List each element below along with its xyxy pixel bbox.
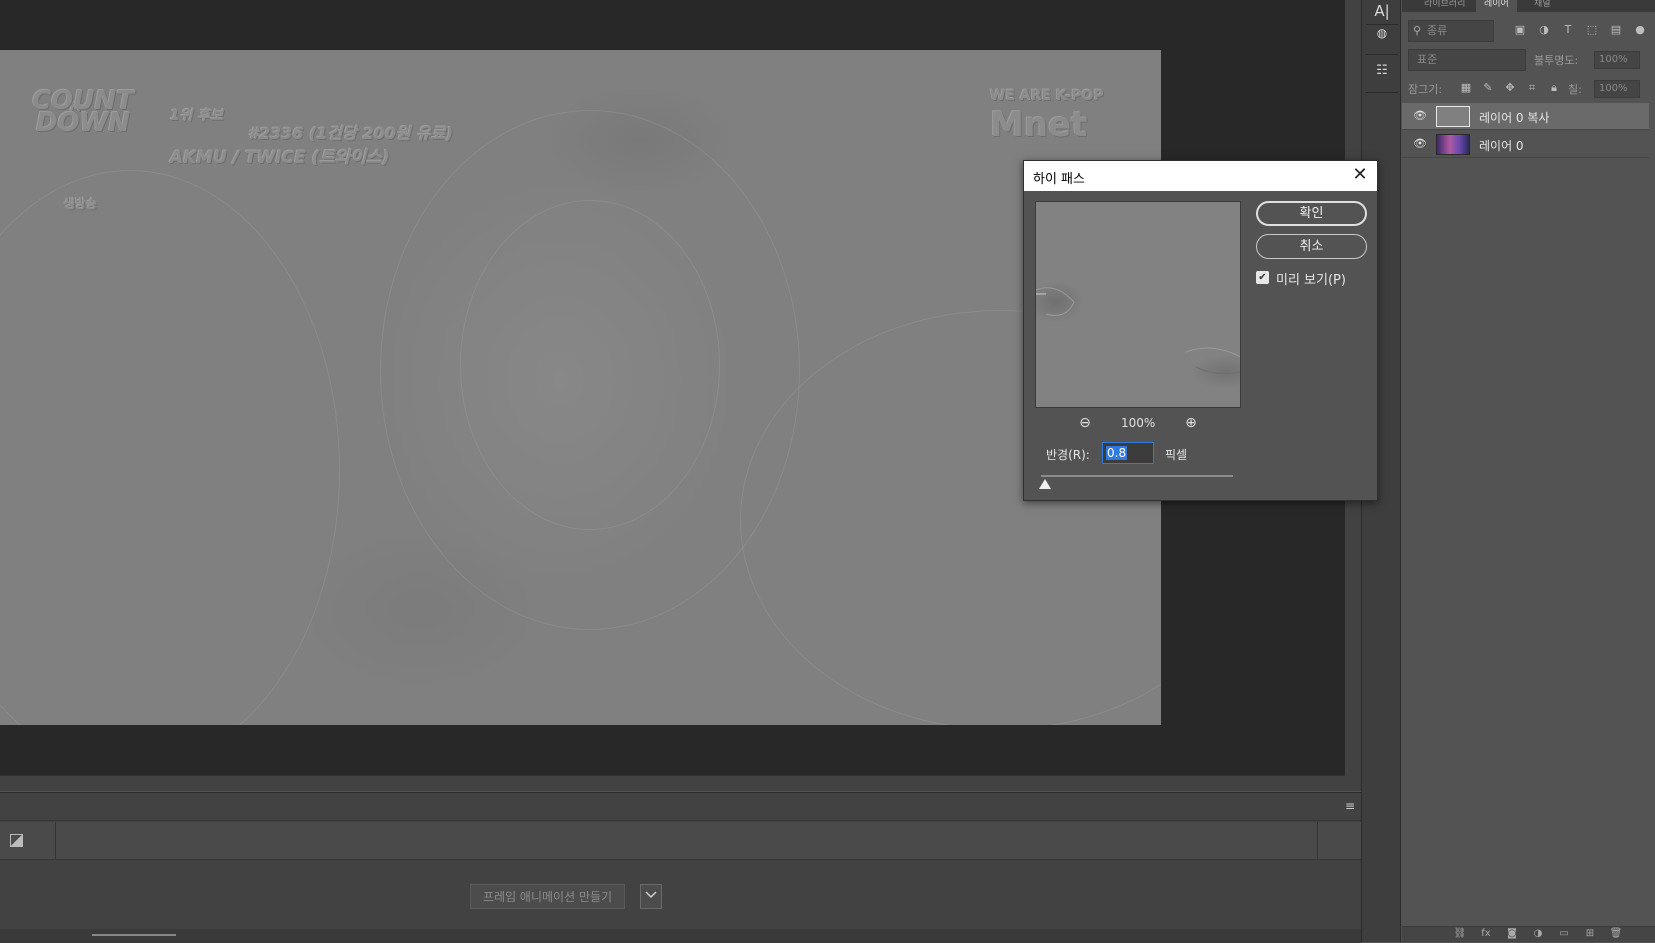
add-mask-icon[interactable]: ◙ — [1504, 928, 1520, 942]
lock-row: 잠그기: ▦ ✎ ✥ ⌗ 🔒︎ 칠: 100% — [1408, 78, 1648, 100]
fx-icon[interactable]: fx — [1478, 928, 1494, 942]
timeline-header: ≡ — [0, 793, 1361, 821]
blend-mode-select[interactable]: 표준 — [1408, 49, 1526, 71]
layer-thumbnail — [1436, 106, 1470, 127]
layer-name: 레이어 0 복사 — [1479, 111, 1550, 125]
lock-move-icon[interactable]: ✥ — [1502, 80, 1518, 96]
layer-row-copy[interactable]: 👁︎ 레이어 0 복사 — [1402, 103, 1649, 130]
new-layer-icon[interactable]: ⊞ — [1582, 928, 1598, 942]
make-frame-animation-button[interactable]: 프레임 애니메이션 만들기 — [470, 884, 626, 909]
countdown-logo: COUNT DOWN — [28, 88, 138, 138]
radius-unit: 픽셀 — [1165, 448, 1188, 462]
mnet-logo: Mnet — [990, 105, 1088, 145]
text-type-icon[interactable]: A| — [1370, 0, 1394, 22]
layer-name: 레이어 0 — [1479, 139, 1524, 153]
link-layers-icon[interactable]: ⛓ — [1452, 928, 1468, 942]
3d-icon[interactable]: ◍ — [1370, 22, 1394, 44]
new-group-icon[interactable]: ▭ — [1556, 928, 1572, 942]
preview-label: 미리 보기(P) — [1276, 273, 1346, 288]
tab-libraries[interactable]: 라이브러리 — [1416, 0, 1473, 12]
radius-value: 0.8 — [1106, 446, 1128, 460]
episode-caption: #2336 (1건당 200원 유료) — [248, 124, 454, 143]
search-icon: ⚲ — [1413, 24, 1422, 37]
timeline-panel: ≡ 프레임 애니메이션 만들기 — [0, 792, 1361, 943]
close-icon[interactable]: ✕ — [1349, 164, 1371, 186]
adjustment-layer-icon[interactable]: ◑ — [1530, 928, 1546, 942]
timeline-footer — [0, 929, 1361, 943]
countdown-logo-line2: DOWN — [35, 108, 131, 138]
tagline-caption: WE ARE K-POP — [990, 88, 1104, 104]
filter-kind-label: 종류 — [1427, 24, 1448, 37]
radius-slider-handle[interactable] — [1038, 479, 1051, 489]
eye-icon[interactable]: 👁︎ — [1413, 109, 1427, 123]
document-canvas[interactable]: M COUNT DOWN 1위 후보 #2336 (1건당 200원 유료) A… — [0, 50, 1161, 725]
high-pass-dialog: 하이 패스 ✕ ⊖ 100% ⊕ 반경(R): 0.8 픽셀 확인 취소 ✔ 미… — [1023, 160, 1378, 501]
adjustment-filter-icon[interactable]: ◑ — [1536, 22, 1552, 38]
face-contour — [460, 200, 720, 530]
horizontal-scrollbar[interactable] — [0, 775, 1345, 791]
cancel-button[interactable]: 취소 — [1256, 234, 1367, 259]
trash-icon[interactable]: 🗑︎ — [1608, 928, 1624, 942]
type-filter-icon[interactable]: T — [1560, 22, 1576, 38]
opacity-input[interactable]: 100% — [1594, 51, 1640, 69]
dialog-title: 하이 패스 — [1033, 172, 1085, 187]
shoulder-contour — [0, 170, 340, 725]
blend-row: 표준 불투명도: 100% — [1408, 49, 1648, 71]
acts-caption: AKMU / TWICE (트와이스) — [170, 148, 390, 168]
timeline-track — [0, 822, 1361, 860]
timeline-zoom-slider[interactable] — [92, 934, 176, 936]
eye-icon[interactable]: 👁︎ — [1413, 137, 1427, 151]
layer-filter-row: ⚲ 종류 ▣ ◑ T ⬚ ▤ ● — [1408, 20, 1648, 42]
lock-transparent-icon[interactable]: ▦ — [1458, 80, 1474, 96]
layers-panel-footer: ⛓ fx ◙ ◑ ▭ ⊞ 🗑︎ — [1402, 926, 1655, 942]
dialog-titlebar[interactable]: 하이 패스 ✕ — [1024, 161, 1377, 191]
track-header-cell — [0, 822, 56, 860]
rank-caption: 1위 후보 — [170, 108, 224, 124]
layer-mask-icon[interactable] — [10, 834, 23, 847]
pixel-filter-icon[interactable]: ▣ — [1512, 22, 1528, 38]
radius-slider-track[interactable] — [1041, 475, 1233, 477]
filter-preview[interactable] — [1035, 201, 1241, 408]
filter-toggle-icon[interactable]: ● — [1632, 22, 1648, 38]
tab-channels[interactable]: 채널 — [1526, 0, 1559, 12]
ok-button[interactable]: 확인 — [1256, 201, 1367, 226]
fill-input[interactable]: 100% — [1594, 80, 1640, 98]
layer-row-0[interactable]: 👁︎ 레이어 0 — [1402, 131, 1649, 158]
radius-label: 반경(R): — [1046, 448, 1090, 462]
lock-artboard-icon[interactable]: ⌗ — [1524, 80, 1540, 96]
track-frame-area[interactable] — [56, 822, 1318, 860]
zoom-level: 100% — [1121, 416, 1156, 430]
lock-all-icon[interactable]: 🔒︎ — [1546, 80, 1562, 96]
opacity-label: 불투명도: — [1534, 54, 1579, 67]
radius-input[interactable]: 0.8 — [1102, 442, 1154, 464]
preview-detail — [1036, 287, 1240, 375]
shape-filter-icon[interactable]: ⬚ — [1584, 22, 1600, 38]
lock-brush-icon[interactable]: ✎ — [1480, 80, 1496, 96]
layer-thumbnail — [1436, 134, 1470, 155]
layers-panel: 라이브러리 레이어 채널 ⚲ 종류 ▣ ◑ T ⬚ ▤ ● 표준 불투명도: 1… — [1402, 0, 1655, 942]
filter-kind-select[interactable]: ⚲ 종류 — [1408, 20, 1494, 42]
smart-object-filter-icon[interactable]: ▤ — [1608, 22, 1624, 38]
properties-icon[interactable]: ☷ — [1370, 60, 1394, 82]
lock-label: 잠그기: — [1408, 83, 1443, 96]
panel-menu-icon[interactable]: ≡ — [1345, 799, 1355, 813]
strip-divider — [1366, 92, 1398, 93]
live-caption: 생방송 — [64, 197, 98, 211]
chevron-down-icon[interactable] — [640, 884, 662, 909]
strip-divider — [1366, 54, 1398, 55]
tab-layers[interactable]: 레이어 — [1476, 0, 1517, 12]
fill-label: 칠: — [1568, 83, 1582, 96]
panel-tabs: 라이브러리 레이어 채널 — [1402, 0, 1655, 12]
preview-checkbox[interactable]: ✔ — [1256, 271, 1269, 284]
zoom-in-icon[interactable]: ⊕ — [1182, 414, 1200, 432]
zoom-out-icon[interactable]: ⊖ — [1076, 414, 1094, 432]
